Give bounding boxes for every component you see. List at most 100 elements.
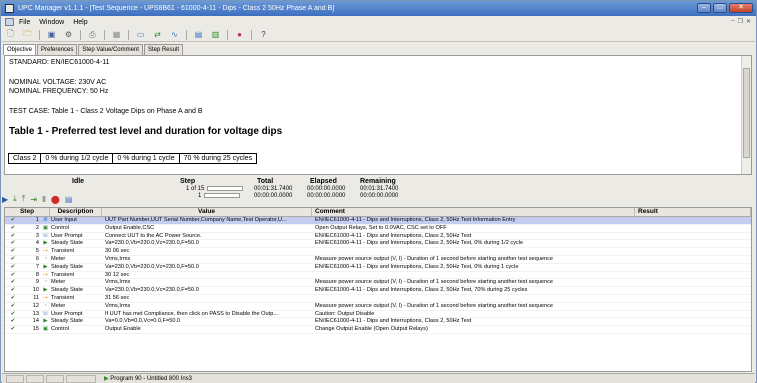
open-folder-icon[interactable]: 🗁 — [22, 29, 33, 40]
check-icon[interactable]: ✔ — [5, 248, 21, 255]
help-icon[interactable]: ? — [258, 30, 269, 40]
chart-icon[interactable]: ▤ — [193, 30, 204, 40]
stop-icon[interactable]: ⬤ — [51, 195, 60, 204]
objective-scrollbar[interactable] — [741, 56, 751, 174]
record-icon[interactable]: ● — [234, 30, 245, 40]
header-comment[interactable]: Comment — [312, 208, 635, 216]
check-icon[interactable]: ✔ — [5, 295, 21, 302]
table-row[interactable]: ✔ 12 ◔ Meter Vrms,Irms Measure power source o… — [5, 303, 751, 311]
program-status: Program 90 - Untitled 800 Ins3 — [110, 376, 193, 382]
step-result — [635, 318, 745, 325]
table-row[interactable]: ✔ 11 ⇢ Transient 31 56 sec — [5, 295, 751, 303]
level-cell: 0 % during 1/2 cycle — [41, 154, 114, 163]
table-row[interactable]: ✔ 13 ☏ User Prompt If UUT has met Compliance… — [5, 311, 751, 319]
step-forward-icon[interactable]: ⤓ — [13, 194, 17, 204]
arrow-icon[interactable]: ⇄ — [152, 30, 163, 40]
table-row[interactable]: ✔ 10 ▶ Steady State Va=230.0,Vb=230.0,Vc=230… — [5, 287, 751, 295]
tab-preferences[interactable]: Preferences — [37, 44, 78, 55]
pause-icon[interactable]: Ⅱ — [42, 195, 46, 204]
remaining-time: 00:01:31.7400 — [360, 186, 399, 192]
level-cell: 0 % during 1 cycle — [113, 154, 180, 163]
step-description: Steady State — [51, 287, 84, 294]
settings-icon[interactable]: ⚙ — [63, 30, 74, 40]
table-row[interactable]: ✔ 15 ▣ Control Output Enable Change Output En… — [5, 326, 751, 334]
print-icon[interactable]: ⎙ — [87, 30, 98, 40]
objective-panel: STANDARD: EN/IEC61000-4-11 NOMINAL VOLTA… — [4, 55, 752, 175]
table-row[interactable]: ✔ 14 ▶ Steady State Va=0.0,Vb=0.0,Vc=0.0,F=5… — [5, 318, 751, 327]
tab-objective[interactable]: Objective — [3, 44, 37, 55]
table-row[interactable]: ✔ 9 ◔ Meter Vrms,Irms Measure power source ou… — [5, 279, 751, 288]
elapsed-time: 00:00:00.0000 — [307, 186, 346, 192]
check-icon[interactable]: ✔ — [5, 272, 21, 279]
check-icon[interactable]: ✔ — [5, 303, 21, 310]
maximize-button[interactable]: □ — [713, 3, 727, 13]
minimize-button[interactable]: – — [697, 3, 711, 13]
check-icon[interactable]: ✔ — [5, 287, 21, 294]
steady-state-icon: ▶ — [43, 318, 48, 325]
meter-icon: ◔ — [43, 279, 48, 286]
user-input-icon: ≣ — [43, 217, 48, 223]
title-bar[interactable]: UPC Manager v1.1.1 - [Test Sequence - UP… — [1, 1, 756, 16]
user-prompt-icon: ☏ — [42, 310, 49, 317]
menu-window[interactable]: Window — [39, 19, 64, 26]
step-comment — [312, 295, 635, 302]
step-comment: EN/IEC61000-4-11 - Dips and Interruption… — [315, 232, 472, 239]
header-result[interactable]: Result — [635, 208, 751, 216]
table-row[interactable]: ✔ 8 ⇢ Transient 30 12 sec — [5, 272, 751, 280]
skip-icon[interactable]: ⇥ — [30, 195, 37, 204]
table-row[interactable]: ✔ 2 ▣ Control Output Enable,CSC Open Output R… — [5, 225, 751, 233]
mdi-restore-button[interactable]: ❐ — [738, 18, 743, 25]
menu-file[interactable]: File — [19, 19, 30, 26]
steady-state-icon: ▶ — [43, 287, 48, 294]
check-icon[interactable]: ✔ — [5, 318, 21, 325]
step-number: 13 — [32, 310, 39, 317]
save-icon[interactable]: ▣ — [46, 30, 57, 40]
tab-step-value-comment[interactable]: Step Value/Comment — [78, 44, 143, 55]
check-icon[interactable]: ✔ — [5, 256, 21, 263]
grid-icon[interactable]: ▦ — [111, 30, 122, 40]
transient-icon: ⇢ — [43, 294, 48, 301]
header-description[interactable]: Description — [50, 208, 102, 216]
check-icon[interactable]: ✔ — [5, 240, 21, 247]
check-icon[interactable]: ✔ — [5, 217, 21, 224]
step-back-icon[interactable]: ⤒ — [22, 194, 26, 204]
table-row[interactable]: ✔ 5 ⇢ Transient 30 06 sec — [5, 248, 751, 256]
tab-step-result[interactable]: Step Result — [143, 44, 183, 55]
step-value: Va=230.0,Vb=230.0,Vc=230.0,F=50.0 — [105, 287, 199, 294]
table-row[interactable]: ✔ 3 ☏ User Prompt Connect UUT to the AC Powe… — [5, 233, 751, 241]
remaining-label: Remaining — [360, 178, 396, 185]
step-comment: Measure power source output (V, I) - Dur… — [315, 279, 553, 286]
table-row[interactable]: ✔ 6 ◔ Meter Vrms,Irms Measure power source ou… — [5, 256, 751, 264]
report-icon[interactable]: ▤ — [65, 195, 73, 204]
table-row[interactable]: ✔ 7 ▶ Steady State Va=230.0,Vb=230.0,Vc=230.… — [5, 264, 751, 272]
analyzer-icon[interactable]: ▥ — [210, 30, 221, 40]
step-result — [635, 295, 745, 302]
standard-text: STANDARD: EN/IEC61000-4-11 — [9, 59, 110, 66]
new-icon[interactable]: 🗋 — [5, 29, 16, 40]
header-step[interactable]: Step — [5, 208, 50, 216]
header-value[interactable]: Value — [102, 208, 312, 216]
table-row[interactable]: ✔ 1 ≣ User Input UUT Part Number,UUT Serial … — [5, 217, 751, 225]
waveform-icon[interactable]: ∿ — [169, 30, 180, 40]
mdi-minimize-button[interactable]: – — [731, 18, 734, 25]
step-value: If UUT has met Compliance, then click on… — [105, 310, 278, 317]
check-icon[interactable]: ✔ — [5, 311, 21, 318]
check-icon[interactable]: ✔ — [5, 326, 21, 333]
check-icon[interactable]: ✔ — [5, 233, 21, 240]
check-icon[interactable]: ✔ — [5, 279, 21, 286]
check-icon[interactable]: ✔ — [5, 264, 21, 271]
step-result — [635, 264, 745, 271]
step-result — [635, 233, 745, 240]
check-icon[interactable]: ✔ — [5, 225, 21, 232]
level-cell: 70 % during 25 cycles — [183, 155, 253, 162]
step-comment — [312, 248, 635, 255]
monitor-icon[interactable]: ▭ — [135, 30, 146, 40]
close-button[interactable]: ✕ — [729, 3, 753, 13]
run-icon[interactable]: ▶ — [2, 195, 8, 204]
document-icon[interactable] — [5, 18, 14, 26]
step-description: Transient — [51, 271, 75, 278]
menu-help[interactable]: Help — [73, 19, 87, 26]
table-row[interactable]: ✔ 4 ▶ Steady State Va=230.0,Vb=230.0,Vc=230.… — [5, 240, 751, 249]
step-comment: EN/IEC61000-4-11 - Dips and Interruption… — [315, 318, 472, 325]
mdi-close-button[interactable]: ✕ — [746, 18, 751, 25]
